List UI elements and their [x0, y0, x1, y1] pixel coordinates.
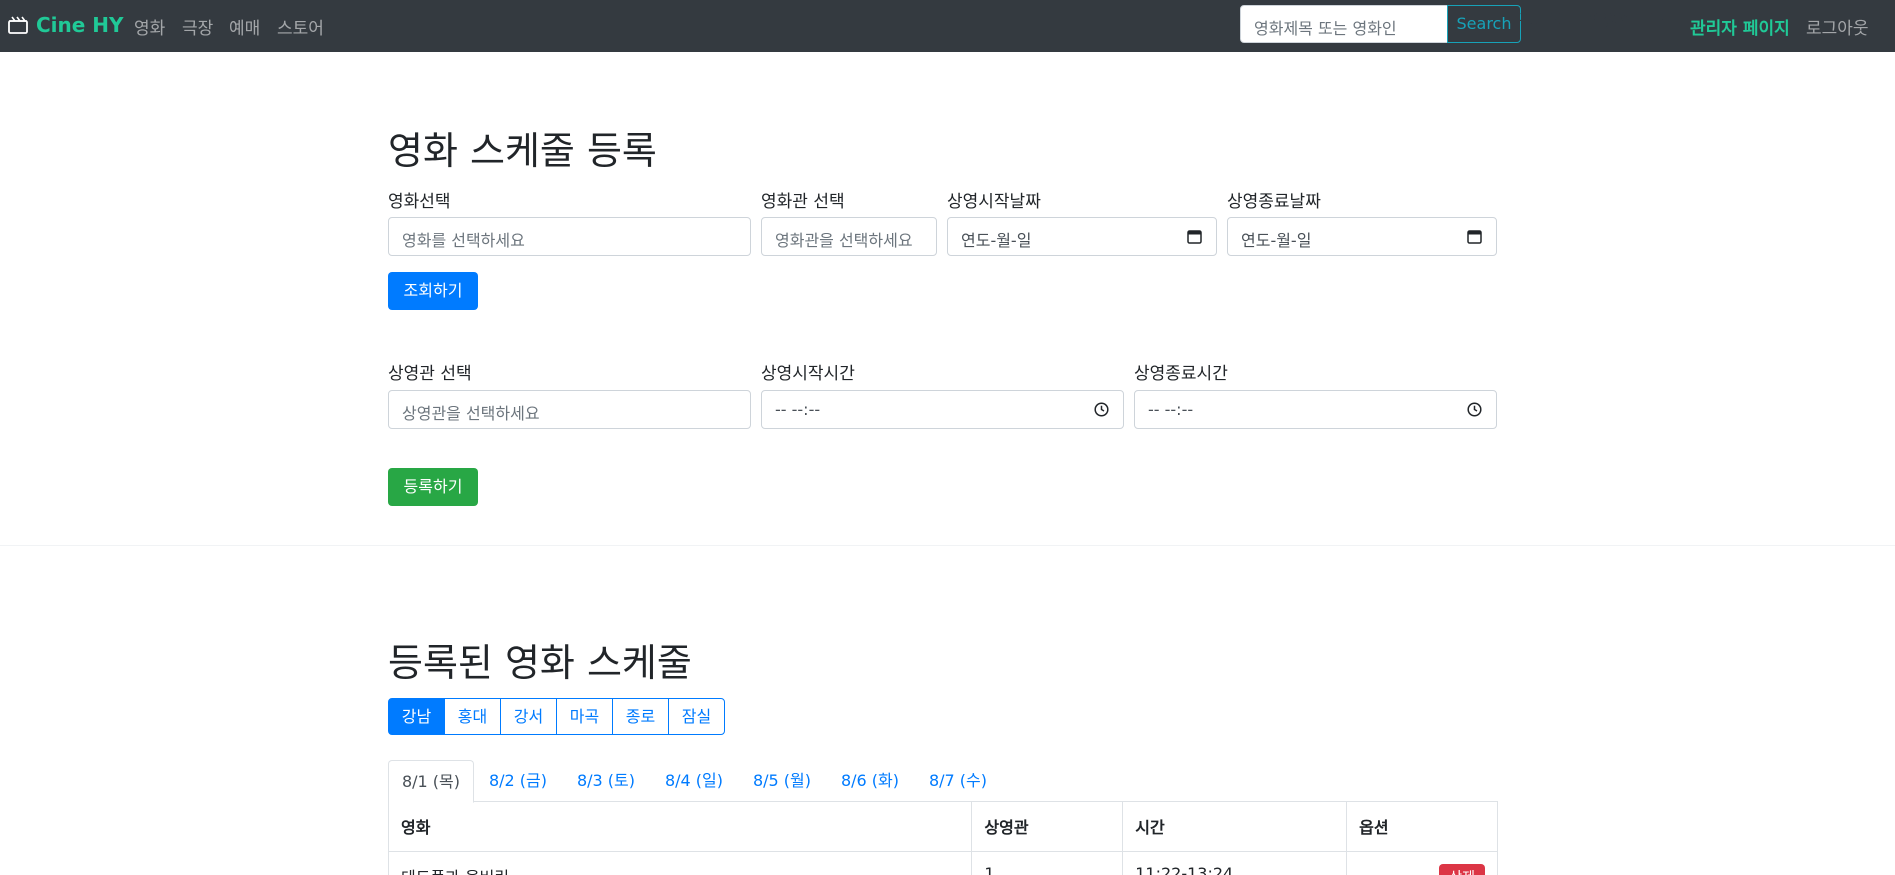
nav-link-movies[interactable]: 영화	[134, 14, 165, 39]
start-time-label: 상영시작시간	[761, 364, 855, 384]
logout-link[interactable]: 로그아웃	[1806, 14, 1869, 39]
cinema-select-label: 영화관 선택	[761, 192, 845, 212]
schedule-title: 등록된 영화 스케줄	[388, 641, 692, 685]
theater-button-jamsil[interactable]: 잠실	[668, 698, 725, 735]
search-schedule-button[interactable]: 조회하기	[388, 272, 478, 310]
screen-select-label: 상영관 선택	[388, 364, 472, 384]
brand-logo[interactable]: Cine HY	[8, 13, 124, 37]
column-header-option: 옵션	[1346, 801, 1498, 852]
screen-select-placeholder: 상영관을 선택하세요	[402, 404, 540, 423]
theater-button-jongno[interactable]: 종로	[612, 698, 669, 735]
tab-date-7[interactable]: 8/7 (수)	[914, 760, 1002, 802]
theater-button-group: 강남 홍대 강서 마곡 종로 잠실	[388, 698, 725, 735]
search-input[interactable]: 영화제목 또는 영화인	[1240, 5, 1448, 43]
table-row: 데드풀과 울버린 1 11:22-13:24 삭제	[387, 851, 1498, 875]
cinema-select-placeholder: 영화관을 선택하세요	[775, 231, 913, 250]
theater-button-hongdae[interactable]: 홍대	[444, 698, 501, 735]
column-header-screen: 상영관	[971, 801, 1124, 852]
end-date-input[interactable]: 연도-월-일	[1227, 217, 1497, 256]
register-title: 영화 스케줄 등록	[388, 129, 657, 173]
screen-select-input[interactable]: 상영관을 선택하세요	[388, 390, 751, 429]
nav-link-theaters[interactable]: 극장	[182, 14, 213, 39]
clock-icon[interactable]	[1467, 402, 1482, 417]
nav-link-store[interactable]: 스토어	[277, 14, 324, 39]
calendar-icon[interactable]	[1467, 229, 1482, 244]
end-date-placeholder: 연도-월-일	[1241, 231, 1312, 250]
tab-date-1[interactable]: 8/1 (목)	[388, 760, 474, 803]
end-time-label: 상영종료시간	[1134, 364, 1228, 384]
admin-page-link[interactable]: 관리자 페이지	[1690, 14, 1790, 39]
start-date-placeholder: 연도-월-일	[961, 231, 1032, 250]
end-time-input[interactable]: -- --:--	[1134, 390, 1497, 429]
clapperboard-icon	[8, 16, 28, 34]
register-button[interactable]: 등록하기	[388, 468, 478, 506]
row-movie: 데드풀과 울버린	[387, 851, 973, 875]
row-screen: 1	[971, 851, 1124, 875]
tab-date-5[interactable]: 8/5 (월)	[738, 760, 826, 802]
search-button[interactable]: Search	[1447, 5, 1521, 43]
column-header-time: 시간	[1122, 801, 1348, 852]
start-time-placeholder: -- --:--	[775, 400, 821, 419]
column-header-movie: 영화	[387, 801, 973, 852]
movie-select-placeholder: 영화를 선택하세요	[402, 231, 525, 250]
row-option: 삭제	[1346, 851, 1498, 875]
tab-date-3[interactable]: 8/3 (토)	[562, 760, 650, 802]
theater-button-gangseo[interactable]: 강서	[500, 698, 557, 735]
delete-button[interactable]: 삭제	[1439, 863, 1485, 875]
tab-date-2[interactable]: 8/2 (금)	[474, 760, 562, 802]
schedule-table: 영화 상영관 시간 옵션 데드풀과 울버린 1 11:22-13:24 삭제	[387, 801, 1498, 875]
start-date-input[interactable]: 연도-월-일	[947, 217, 1217, 256]
movie-select-label: 영화선택	[388, 192, 451, 212]
theater-button-magok[interactable]: 마곡	[556, 698, 613, 735]
clock-icon[interactable]	[1094, 402, 1109, 417]
nav-link-booking[interactable]: 예매	[229, 14, 260, 39]
start-time-input[interactable]: -- --:--	[761, 390, 1124, 429]
row-time: 11:22-13:24	[1122, 851, 1348, 875]
tab-date-4[interactable]: 8/4 (일)	[650, 760, 738, 802]
start-date-label: 상영시작날짜	[947, 192, 1041, 212]
welcome-message: 관리자님 환영합니다	[1519, 11, 1666, 31]
table-header-row: 영화 상영관 시간 옵션	[387, 801, 1498, 852]
top-navbar: Cine HY 영화 극장 예매 스토어 영화제목 또는 영화인 Search …	[0, 0, 1895, 52]
calendar-icon[interactable]	[1187, 229, 1202, 244]
cinema-select-input[interactable]: 영화관을 선택하세요	[761, 217, 937, 256]
end-time-placeholder: -- --:--	[1148, 400, 1194, 419]
movie-select-input[interactable]: 영화를 선택하세요	[388, 217, 751, 256]
tab-date-6[interactable]: 8/6 (화)	[826, 760, 914, 802]
section-divider	[0, 545, 1895, 546]
theater-button-gangnam[interactable]: 강남	[388, 698, 445, 735]
brand-name: Cine HY	[36, 13, 124, 37]
end-date-label: 상영종료날짜	[1227, 192, 1321, 212]
date-tabs: 8/1 (목) 8/2 (금) 8/3 (토) 8/4 (일) 8/5 (월) …	[388, 760, 1498, 803]
